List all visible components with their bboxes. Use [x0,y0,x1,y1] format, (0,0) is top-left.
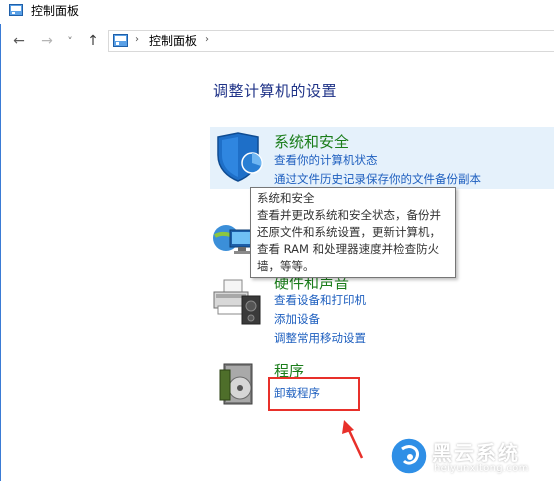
link-view-computer-status[interactable]: 查看你的计算机状态 [274,151,378,169]
tooltip-body: 查看并更改系统和安全状态，备份并还原文件和系统设置，更新计算机，查看 RAM 和… [257,208,441,273]
shield-icon[interactable] [214,131,264,183]
forward-arrow-icon: → [41,33,53,49]
annotation-highlight-box [268,377,360,411]
back-arrow-icon: ← [13,33,25,49]
window-border [0,0,1,481]
recent-locations-button[interactable]: ˅ [62,28,78,54]
programs-icon[interactable] [218,362,258,406]
title-bar: 控制面板 [0,0,554,24]
annotation-arrow-icon [342,420,364,459]
link-mobility-settings[interactable]: 调整常用移动设置 [274,329,366,347]
navigation-bar: ← → ˅ ↑ › 控制面板 › [0,28,554,56]
breadcrumb-separator[interactable]: › [205,34,209,45]
tooltip-title: 系统和安全 [257,191,315,205]
back-button[interactable]: ← [8,28,30,54]
link-devices-printers[interactable]: 查看设备和打印机 [274,291,366,309]
control-panel-icon [9,4,23,16]
control-panel-icon [113,34,128,47]
control-panel-window: 控制面板 ← → ˅ ↑ › 控制面板 › 调整计算机的设置 系统和安全 查看你… [0,0,554,481]
address-bar[interactable]: › 控制面板 › [108,30,554,52]
watermark-url: heiyunxitong.com [434,463,529,474]
breadcrumb-separator[interactable]: › [135,34,139,45]
forward-button[interactable]: → [36,28,58,54]
printer-icon[interactable] [210,276,264,326]
watermark: 黑云系统 heiyunxitong.com [390,431,554,481]
watermark-title: 黑云系统 [432,441,520,465]
category-tooltip: 系统和安全 查看并更改系统和安全状态，备份并还原文件和系统设置，更新计算机，查看… [250,187,456,278]
cloud-logo-icon [390,437,428,475]
breadcrumb-control-panel[interactable]: 控制面板 [149,32,197,50]
link-add-device[interactable]: 添加设备 [274,310,320,328]
page-heading: 调整计算机的设置 [213,82,338,100]
category-title-system-security[interactable]: 系统和安全 [274,131,349,152]
link-file-history-backup[interactable]: 通过文件历史记录保存你的文件备份副本 [274,170,481,188]
chevron-down-icon: ˅ [67,34,73,48]
up-arrow-icon: ↑ [87,33,99,49]
up-button[interactable]: ↑ [82,28,104,54]
window-title: 控制面板 [31,4,80,18]
